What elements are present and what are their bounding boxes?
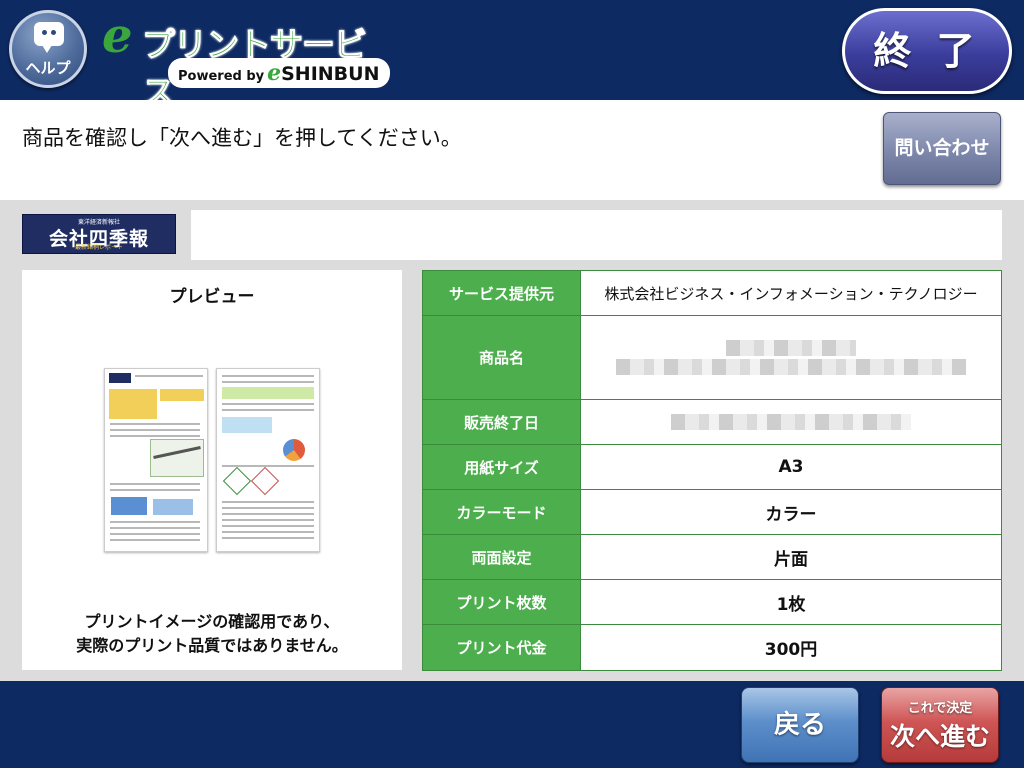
back-button[interactable]: 戻る [741,687,859,763]
help-label: ヘルプ [25,59,71,77]
instruction-text: 商品を確認し「次へ進む」を押してください。 [22,126,462,150]
publication-logo-tagline: 最新銘柄レポート [74,244,123,251]
redacted-text [616,359,966,375]
end-button[interactable]: 終 了 [842,8,1012,94]
next-button-label: 次へ進む [889,722,990,751]
instruction-bar: 商品を確認し「次へ進む」を押してください。 [0,100,1024,200]
table-row: 両面設定 片面 [422,534,1002,580]
color-mode-label: カラーモード [422,489,581,535]
footer-bar [0,681,1024,768]
table-row: 販売終了日 [422,399,1002,445]
header-bar: ヘルプ e プリントサービス Powered by eSHINBUN 終 了 [0,0,1024,113]
product-name-label: 商品名 [422,315,581,400]
product-name-value [580,315,1002,400]
redacted-text [726,340,856,356]
sales-end-date-value [580,399,1002,445]
service-provider-value: 株式会社ビジネス・インフォメーション・テクノロジー [580,270,1002,316]
preview-title: プレビュー [169,287,255,307]
logo-powered-text: Powered by [178,69,265,84]
order-details-table: サービス提供元 株式会社ビジネス・インフォメーション・テクノロジー 商品名 販売… [422,270,1002,671]
redacted-text [671,414,911,430]
table-row: サービス提供元 株式会社ビジネス・インフォメーション・テクノロジー [422,270,1002,316]
duplex-setting-value: 片面 [580,534,1002,580]
preview-page-thumbnail [104,368,208,552]
next-button-caption: これで決定 [907,701,973,716]
preview-page-thumbnail [216,368,320,552]
help-button[interactable]: ヘルプ [9,10,87,88]
print-price-label: プリント代金 [422,624,581,671]
logo-e-letter: e [102,8,133,64]
preview-panel: プレビュー プリントイメージの確認用であり、 実際のプリント品質ではありません。 [22,270,402,670]
logo-powered-by: Powered by eSHINBUN [168,58,390,88]
duplex-setting-label: 両面設定 [422,534,581,580]
paper-size-label: 用紙サイズ [422,444,581,490]
logo-shinbun-text: SHINBUN [281,63,380,85]
publication-name-field [191,210,1002,260]
preview-note-line-2: 実際のプリント品質ではありません。 [76,636,348,655]
preview-note: プリントイメージの確認用であり、 実際のプリント品質ではありません。 [22,610,402,658]
print-count-label: プリント枚数 [422,579,581,625]
table-row: プリント枚数 1枚 [422,579,1002,625]
print-price-value: 300円 [580,624,1002,671]
service-provider-label: サービス提供元 [422,270,581,316]
eprint-service-logo: e プリントサービス Powered by eSHINBUN [100,8,390,113]
table-row: 用紙サイズ A3 [422,444,1002,490]
logo-e2-letter: e [267,60,282,86]
next-button[interactable]: これで決定 次へ進む [881,687,999,763]
print-count-value: 1枚 [580,579,1002,625]
table-row: プリント代金 300円 [422,624,1002,671]
table-row: 商品名 [422,315,1002,400]
sales-end-date-label: 販売終了日 [422,399,581,445]
chat-bubble-icon [34,22,64,53]
inquiry-button[interactable]: 問い合わせ [883,112,1001,185]
color-mode-value: カラー [580,489,1002,535]
publication-logo: 東洋経済新報社 会社四季報 最新銘柄レポート [22,214,176,254]
table-row: カラーモード カラー [422,489,1002,535]
preview-note-line-1: プリントイメージの確認用であり、 [84,612,340,631]
paper-size-value: A3 [580,444,1002,490]
